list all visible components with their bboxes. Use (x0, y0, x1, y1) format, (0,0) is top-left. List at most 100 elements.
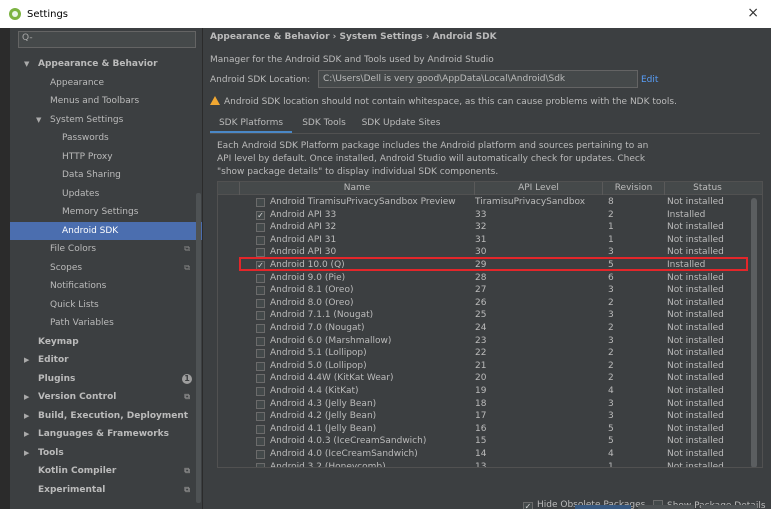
sidebar-item-11[interactable]: Scopes ⧉ (10, 259, 202, 277)
chevron-right-icon[interactable]: ▶ (24, 444, 29, 462)
package-checkbox[interactable] (256, 361, 265, 371)
api-level: 21 (475, 360, 487, 371)
breadcrumb: Appearance & Behavior › System Settings … (210, 32, 497, 42)
column-header-name[interactable]: Name (240, 182, 475, 195)
sidebar-item-1[interactable]: Appearance (10, 74, 202, 92)
package-name: Android 4.4W (KitKat Wear) (270, 373, 394, 384)
tab-sdk-tools[interactable]: SDK Tools (294, 114, 354, 134)
chevron-down-icon[interactable]: ▼ (24, 55, 29, 73)
sidebar-item-23[interactable]: Experimental ⧉ (10, 481, 202, 499)
package-checkbox[interactable] (256, 437, 265, 447)
sidebar-item-15[interactable]: Keymap (10, 333, 202, 351)
search-input[interactable]: Q- (18, 31, 196, 48)
sidebar-item-19[interactable]: ▶ Build, Execution, Deployment (10, 407, 202, 425)
package-checkbox[interactable] (256, 399, 265, 409)
sidebar-item-13[interactable]: Quick Lists (10, 296, 202, 314)
table-row[interactable]: Android 4.2 (Jelly Bean) 17 3 Not installed (218, 410, 750, 423)
table-row[interactable]: Android 9.0 (Pie) 28 6 Not installed (218, 272, 750, 285)
cancel-button[interactable] (638, 505, 694, 509)
table-row[interactable]: Android 4.1 (Jelly Bean) 16 5 Not installed (218, 423, 750, 436)
package-checkbox[interactable] (256, 387, 265, 396)
sidebar-item-label: Version Control (38, 392, 117, 402)
table-row[interactable]: Android 8.0 (Oreo) 26 2 Not installed (218, 297, 750, 310)
sidebar-item-7[interactable]: Updates (10, 185, 202, 203)
table-row[interactable]: Android 4.0 (IceCreamSandwich) 14 4 Not ins… (218, 448, 750, 461)
sidebar-item-14[interactable]: Path Variables (10, 314, 202, 332)
package-checkbox[interactable] (256, 462, 265, 467)
api-level: 31 (475, 234, 487, 245)
sidebar-scrollbar[interactable] (196, 193, 201, 503)
tab-sdk-platforms[interactable]: SDK Platforms (210, 114, 292, 134)
table-row[interactable]: Android 5.1 (Lollipop) 22 2 Not installed (218, 347, 750, 360)
table-row[interactable]: Android 4.3 (Jelly Bean) 18 3 Not installed (218, 398, 750, 411)
package-checkbox[interactable] (256, 286, 265, 296)
sidebar-item-18[interactable]: ▶ Version Control ⧉ (10, 388, 202, 406)
package-checkbox[interactable] (256, 412, 265, 422)
sidebar-item-20[interactable]: ▶ Languages & Frameworks (10, 425, 202, 443)
table-row[interactable]: Android 8.1 (Oreo) 27 3 Not installed (218, 284, 750, 297)
table-row[interactable]: Android 4.4 (KitKat) 19 4 Not installed (218, 385, 750, 398)
chevron-right-icon[interactable]: ▶ (24, 388, 29, 406)
package-checkbox[interactable] (256, 273, 265, 283)
ok-button[interactable] (575, 505, 631, 509)
table-row[interactable]: Android 7.0 (Nougat) 24 2 Not installed (218, 322, 750, 335)
package-checkbox[interactable] (256, 450, 265, 459)
sidebar-item-9[interactable]: Android SDK (10, 221, 202, 240)
install-status: Not installed (667, 373, 724, 384)
table-scrollbar-thumb[interactable] (751, 198, 757, 467)
sidebar-item-16[interactable]: ▶ Editor (10, 351, 202, 369)
close-icon[interactable]: × (747, 5, 759, 21)
package-checkbox[interactable] (256, 349, 265, 359)
table-row[interactable]: ✓ Android API 33 33 2 Installed (218, 209, 750, 222)
package-checkbox[interactable] (256, 298, 265, 308)
package-checkbox[interactable]: ✓ (256, 210, 265, 220)
edit-link[interactable]: Edit (641, 75, 658, 85)
table-scrollbar[interactable] (750, 196, 758, 467)
package-checkbox[interactable] (256, 374, 265, 384)
table-row[interactable]: Android 6.0 (Marshmallow) 23 3 Not installe… (218, 335, 750, 348)
package-checkbox[interactable] (256, 198, 265, 207)
table-row[interactable]: Android 5.0 (Lollipop) 21 2 Not installed (218, 360, 750, 373)
column-header-revision[interactable]: Revision (603, 182, 665, 195)
package-name: Android 9.0 (Pie) (270, 272, 346, 283)
sidebar-item-22[interactable]: Kotlin Compiler ⧉ (10, 462, 202, 480)
sidebar-item-10[interactable]: File Colors ⧉ (10, 240, 202, 258)
api-level: 19 (475, 386, 487, 396)
sidebar-item-21[interactable]: ▶ Tools (10, 444, 202, 462)
package-checkbox[interactable] (256, 324, 265, 333)
warning-icon (210, 96, 220, 105)
package-checkbox[interactable] (256, 424, 265, 434)
tab-sdk-update-sites[interactable]: SDK Update Sites (358, 114, 444, 134)
sidebar-item-17[interactable]: Plugins 1 (10, 370, 202, 388)
sidebar-item-4[interactable]: Passwords (10, 129, 202, 147)
install-status: Not installed (667, 234, 724, 245)
chevron-right-icon[interactable]: ▶ (24, 407, 29, 425)
sdk-location-field[interactable]: C:\Users\Dell is very good\AppData\Local… (318, 70, 638, 88)
sidebar-item-6[interactable]: Data Sharing (10, 166, 202, 184)
sidebar-item-12[interactable]: Notifications (10, 277, 202, 295)
apply-button[interactable] (701, 505, 757, 509)
table-row[interactable]: Android API 31 31 1 Not installed (218, 234, 750, 247)
sidebar-item-8[interactable]: Memory Settings (10, 203, 202, 221)
sidebar-item-3[interactable]: ▼ System Settings (10, 111, 202, 129)
table-row[interactable]: Android 3.2 (Honeycomb) 13 1 Not installed (218, 461, 750, 467)
column-header-status[interactable]: Status (665, 182, 750, 195)
column-header-api-level[interactable]: API Level (475, 182, 603, 195)
api-level: 24 (475, 323, 487, 333)
package-checkbox[interactable] (256, 235, 265, 245)
sidebar-item-5[interactable]: HTTP Proxy (10, 148, 202, 166)
table-row[interactable]: Android 4.0.3 (IceCreamSandwich) 15 5 Not i… (218, 435, 750, 448)
chevron-right-icon[interactable]: ▶ (24, 425, 29, 443)
package-checkbox[interactable] (256, 336, 265, 346)
sidebar-item-2[interactable]: Menus and Toolbars (10, 92, 202, 110)
hide-obsolete-check-icon[interactable]: ✓ (523, 502, 533, 509)
table-row[interactable]: Android TiramisuPrivacySandbox Preview Ti… (218, 196, 750, 209)
sidebar-item-0[interactable]: ▼ Appearance & Behavior (10, 55, 202, 73)
chevron-down-icon[interactable]: ▼ (36, 111, 41, 129)
chevron-right-icon[interactable]: ▶ (24, 351, 29, 369)
table-row[interactable]: Android 4.4W (KitKat Wear) 20 2 Not install… (218, 372, 750, 385)
package-checkbox[interactable] (256, 223, 265, 233)
table-row[interactable]: Android 7.1.1 (Nougat) 25 3 Not installed (218, 309, 750, 322)
package-checkbox[interactable] (256, 311, 265, 321)
table-row[interactable]: Android API 32 32 1 Not installed (218, 221, 750, 234)
